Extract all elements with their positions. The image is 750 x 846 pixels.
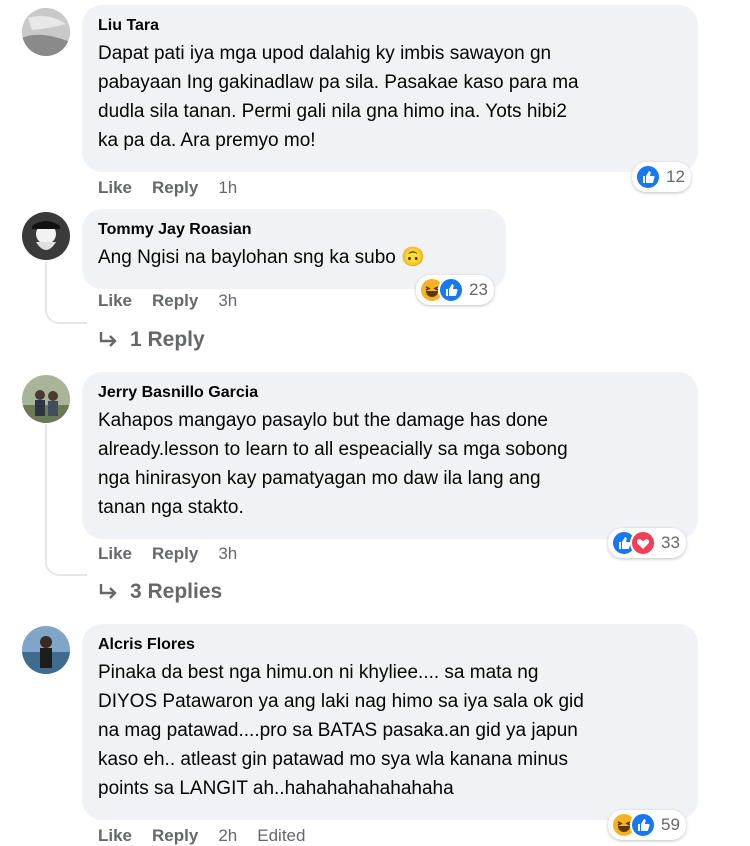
reply-arrow-icon <box>99 332 117 347</box>
reaction-summary[interactable]: 59 <box>608 810 686 840</box>
like-reaction-icon <box>630 812 656 838</box>
comment-text: Dapat pati iya mga upod dalahig ky imbis… <box>98 43 579 151</box>
avatar[interactable] <box>22 626 70 674</box>
reply-button[interactable]: Reply <box>152 178 198 198</box>
comment-bubble: Liu Tara Dapat pati iya mga upod dalahig… <box>82 5 698 172</box>
avatar[interactable] <box>22 212 70 260</box>
comment-text: Pinaka da best nga himu.on ni khyliee...… <box>98 662 584 799</box>
comment-author[interactable]: Liu Tara <box>98 15 682 37</box>
reply-button[interactable]: Reply <box>152 544 198 564</box>
comment-actions: Like Reply 2h Edited <box>98 826 305 846</box>
replies-label[interactable]: 3 Replies <box>130 580 222 604</box>
reaction-summary[interactable]: 12 <box>632 162 691 192</box>
reaction-count: 33 <box>661 533 680 552</box>
like-button[interactable]: Like <box>98 544 132 564</box>
reaction-summary[interactable]: 33 <box>608 528 686 558</box>
comment-actions: Like Reply 3h <box>98 291 237 311</box>
reply-arrow-icon <box>99 584 117 599</box>
reply-button[interactable]: Reply <box>152 826 198 846</box>
timestamp[interactable]: 2h <box>218 826 237 846</box>
like-button[interactable]: Like <box>98 291 132 311</box>
love-reaction-icon <box>630 530 656 556</box>
edited-label: Edited <box>257 826 306 845</box>
comment-author[interactable]: Alcris Flores <box>98 634 682 656</box>
reaction-count: 23 <box>469 280 488 299</box>
like-reaction-icon <box>635 164 661 190</box>
comment-text: Ang Ngisi na baylohan sng ka subo 🙃 <box>98 247 425 268</box>
thread-line <box>45 262 87 324</box>
view-replies-link[interactable]: 1 Reply <box>98 328 205 352</box>
comment-bubble: Alcris Flores Pinaka da best nga himu.on… <box>82 624 698 820</box>
thread-line <box>45 424 87 576</box>
reply-button[interactable]: Reply <box>152 291 198 311</box>
like-button[interactable]: Like <box>98 178 132 198</box>
avatar[interactable] <box>22 375 70 423</box>
avatar[interactable] <box>22 8 70 56</box>
timestamp[interactable]: 3h <box>218 544 237 564</box>
reaction-count: 59 <box>661 815 680 834</box>
comment-actions: Like Reply 3h <box>98 544 237 564</box>
timestamp[interactable]: 1h <box>218 178 237 198</box>
like-button[interactable]: Like <box>98 826 132 846</box>
timestamp[interactable]: 3h <box>218 291 237 311</box>
like-reaction-icon <box>438 277 464 303</box>
comment-text: Kahapos mangayo pasaylo but the damage h… <box>98 410 568 518</box>
view-replies-link[interactable]: 3 Replies <box>98 580 222 604</box>
reaction-summary[interactable]: 23 <box>416 275 494 305</box>
reaction-count: 12 <box>666 167 685 186</box>
comment-bubble: Jerry Basnillo Garcia Kahapos mangayo pa… <box>82 372 698 539</box>
comment-author[interactable]: Jerry Basnillo Garcia <box>98 382 682 404</box>
comment-author[interactable]: Tommy Jay Roasian <box>98 219 490 241</box>
replies-label[interactable]: 1 Reply <box>130 328 205 352</box>
comment-actions: Like Reply 1h <box>98 178 237 198</box>
